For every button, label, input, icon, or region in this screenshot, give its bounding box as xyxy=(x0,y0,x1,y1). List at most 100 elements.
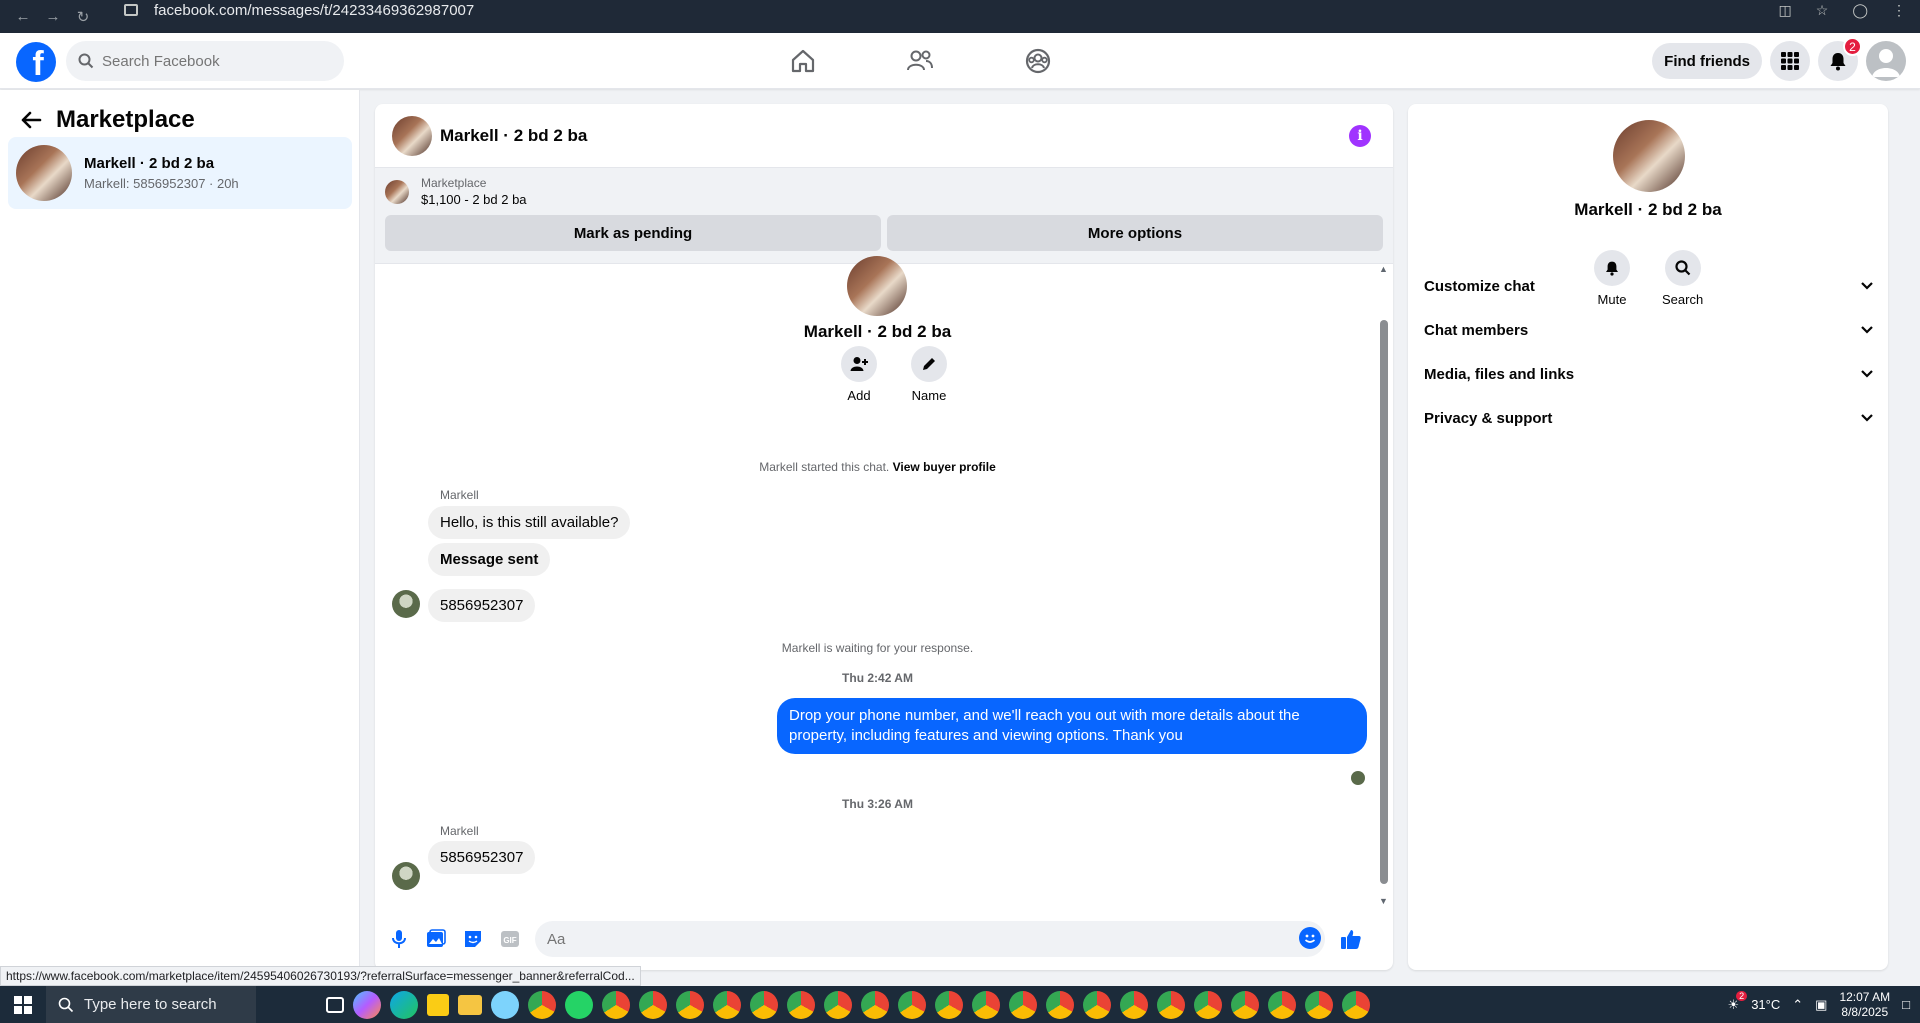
microphone-icon[interactable] xyxy=(387,927,411,951)
incoming-message[interactable]: 5856952307 xyxy=(428,841,536,874)
chrome-icon[interactable] xyxy=(787,990,815,1019)
incoming-message[interactable]: Hello, is this still available? xyxy=(428,506,631,539)
back-icon[interactable]: ← xyxy=(10,7,36,27)
taskbar-search[interactable]: Type here to search xyxy=(46,986,256,1023)
sender-name: Markell xyxy=(440,824,479,838)
file-explorer-icon[interactable] xyxy=(458,994,482,1015)
chrome-icon[interactable] xyxy=(639,990,667,1019)
chrome-icon[interactable] xyxy=(713,990,741,1019)
account-avatar[interactable] xyxy=(1866,41,1906,81)
windows-start-icon[interactable] xyxy=(0,986,46,1023)
view-buyer-profile-link[interactable]: View buyer profile xyxy=(893,460,996,474)
message-input[interactable] xyxy=(547,930,1247,948)
back-arrow-icon[interactable] xyxy=(20,111,42,129)
add-people-button[interactable]: Add xyxy=(841,346,877,403)
gif-icon[interactable]: GIF xyxy=(498,927,522,951)
photo-icon[interactable] xyxy=(424,927,448,951)
menu-grid-icon[interactable] xyxy=(1770,41,1810,81)
chrome-icon[interactable] xyxy=(750,990,778,1019)
chrome-icon[interactable] xyxy=(861,990,889,1019)
notifications-bell-icon[interactable]: 2 xyxy=(1818,37,1862,81)
task-view-icon[interactable] xyxy=(326,996,344,1013)
outgoing-message[interactable]: Drop your phone number, and we'll reach … xyxy=(777,698,1367,754)
svg-text:GIF: GIF xyxy=(503,936,516,945)
chrome-icon[interactable] xyxy=(935,990,963,1019)
facebook-logo-icon[interactable]: f xyxy=(16,42,56,82)
scroll-down-icon[interactable]: ▼ xyxy=(1379,896,1388,906)
tray-chevron-icon[interactable]: ⌃ xyxy=(1792,997,1803,1013)
chrome-icon[interactable] xyxy=(1194,990,1222,1019)
scroll-thumb[interactable] xyxy=(1380,320,1388,884)
find-friends-button[interactable]: Find friends xyxy=(1652,43,1762,79)
site-info-icon[interactable] xyxy=(124,4,138,16)
chat-members-section[interactable]: Chat members xyxy=(1424,308,1874,352)
chrome-icon[interactable] xyxy=(528,990,556,1019)
chrome-icon[interactable] xyxy=(1231,990,1259,1019)
chrome-icon[interactable] xyxy=(1342,990,1370,1019)
home-icon[interactable] xyxy=(790,39,816,83)
incoming-message[interactable]: 5856952307 xyxy=(428,589,536,622)
chrome-icon[interactable] xyxy=(1305,990,1333,1019)
chat-details-panel: Markell · 2 bd 2 ba Mute Search Customiz… xyxy=(1408,104,1888,970)
more-options-button[interactable]: More options xyxy=(887,215,1383,251)
sender-avatar[interactable] xyxy=(392,590,420,618)
app-icon[interactable] xyxy=(491,990,519,1019)
scroll-up-icon[interactable]: ▲ xyxy=(1379,264,1388,274)
thumbs-up-icon[interactable] xyxy=(1339,927,1363,951)
emoji-icon[interactable] xyxy=(1299,927,1321,949)
notification-center-icon[interactable]: □ xyxy=(1902,997,1910,1012)
chrome-icon[interactable] xyxy=(1009,990,1037,1019)
chrome-icon[interactable] xyxy=(824,990,852,1019)
chrome-icon[interactable] xyxy=(898,990,926,1019)
edge-icon[interactable] xyxy=(390,990,418,1019)
chrome-icon[interactable] xyxy=(602,990,630,1019)
friends-icon[interactable] xyxy=(906,39,934,83)
chrome-icon[interactable] xyxy=(1046,990,1074,1019)
customize-chat-section[interactable]: Customize chat xyxy=(1424,264,1874,308)
clock[interactable]: 12:07 AM 8/8/2025 xyxy=(1839,990,1890,1020)
profile-icon[interactable]: ◯ xyxy=(1852,2,1868,19)
thread-item[interactable]: Markell · 2 bd 2 ba Markell: 5856952307 … xyxy=(8,137,352,209)
info-icon[interactable]: i xyxy=(1349,125,1371,147)
marketplace-label: Marketplace xyxy=(421,176,487,190)
message-input-box[interactable] xyxy=(535,921,1325,957)
bookmark-star-icon[interactable]: ☆ xyxy=(1816,2,1829,19)
forward-icon[interactable]: → xyxy=(40,7,66,27)
sender-avatar[interactable] xyxy=(392,862,420,890)
sticky-notes-icon[interactable] xyxy=(427,993,449,1016)
sticker-icon[interactable] xyxy=(461,927,485,951)
conversation-title[interactable]: Markell · 2 bd 2 ba xyxy=(440,126,587,146)
temperature[interactable]: 31°C xyxy=(1751,997,1780,1012)
chrome-icon[interactable] xyxy=(676,990,704,1019)
install-icon[interactable]: ◫ xyxy=(1779,2,1792,19)
reload-icon[interactable]: ↻ xyxy=(70,7,96,27)
listing-thumbnail xyxy=(16,145,72,201)
chrome-icon[interactable] xyxy=(1083,990,1111,1019)
chrome-icon[interactable] xyxy=(1120,990,1148,1019)
network-icon[interactable]: ▣ xyxy=(1815,997,1827,1013)
chrome-icon[interactable] xyxy=(1157,990,1185,1019)
menu-icon[interactable]: ⋮ xyxy=(1892,2,1906,19)
date: 8/8/2025 xyxy=(1841,1004,1889,1019)
copilot-icon[interactable] xyxy=(353,990,381,1019)
chrome-icon[interactable] xyxy=(972,990,1000,1019)
media-files-section[interactable]: Media, files and links xyxy=(1424,352,1874,396)
groups-icon[interactable] xyxy=(1024,39,1052,83)
weather-icon[interactable]: ☀ 2 xyxy=(1728,990,1748,1013)
timestamp: Thu 2:42 AM xyxy=(842,671,913,685)
search-input[interactable] xyxy=(102,52,322,70)
read-receipt-avatar xyxy=(1351,771,1365,785)
privacy-support-section[interactable]: Privacy & support xyxy=(1424,396,1874,440)
listing-link[interactable]: Marketplace $1,100 - 2 bd 2 ba xyxy=(385,176,1383,207)
address-bar[interactable]: facebook.com/messages/t/2423346936298700… xyxy=(124,0,474,20)
mark-pending-button[interactable]: Mark as pending xyxy=(385,215,881,251)
whatsapp-icon[interactable] xyxy=(565,990,593,1019)
name-button[interactable]: Name xyxy=(911,346,947,403)
scrollbar[interactable]: ▲ ▼ xyxy=(1379,264,1388,906)
thread-name: Markell · 2 bd 2 ba xyxy=(84,155,215,172)
chrome-icon[interactable] xyxy=(1268,990,1296,1019)
chevron-down-icon xyxy=(1861,370,1873,378)
message-sent-bubble[interactable]: Message sent xyxy=(428,543,551,576)
search-box[interactable] xyxy=(66,41,344,81)
conversation-avatar[interactable] xyxy=(392,115,432,156)
